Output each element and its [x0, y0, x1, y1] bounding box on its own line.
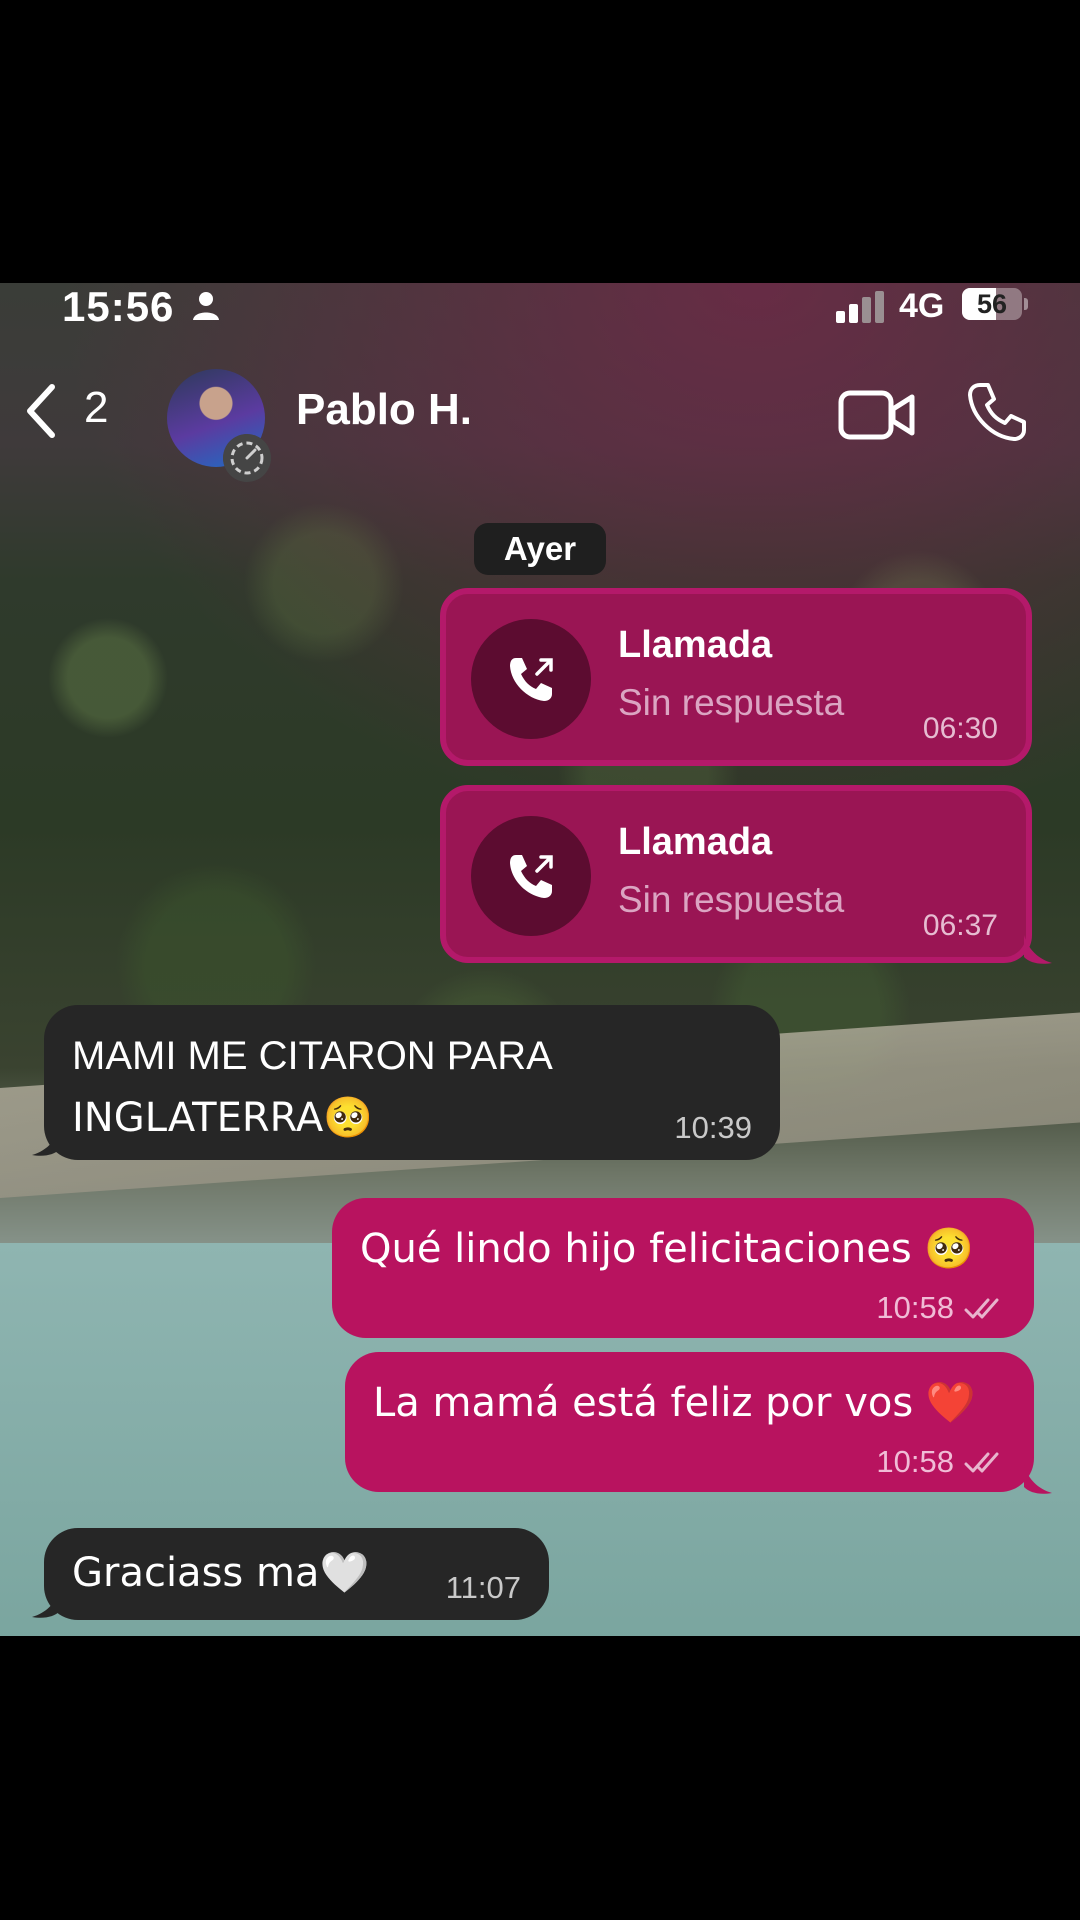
outgoing-call-icon: [471, 816, 591, 936]
incoming-message[interactable]: Graciass ma🤍 11:07: [44, 1528, 549, 1620]
chat-header: 2 Pablo H.: [0, 343, 1080, 488]
missed-call-bubble[interactable]: Llamada Sin respuesta 06:37: [440, 785, 1032, 963]
call-title: Llamada: [618, 821, 773, 863]
outgoing-message[interactable]: La mamá está feliz por vos ❤️ 10:58: [345, 1352, 1034, 1492]
message-text: La mamá está feliz por vos ❤️: [373, 1380, 976, 1426]
unread-chats-count[interactable]: 2: [84, 383, 108, 433]
message-time: 10:58: [876, 1290, 954, 1325]
battery-percentage: 56: [976, 289, 1008, 319]
message-line: INGLATERRA🥺: [72, 1095, 374, 1141]
read-receipt-icon: [964, 1298, 999, 1319]
status-time: 15:56: [62, 283, 175, 330]
bubble-tail: [32, 1127, 60, 1156]
network-type: 4G: [899, 287, 945, 325]
status-bar: 15:56 4G 56: [0, 283, 1080, 343]
call-title: Llamada: [618, 624, 773, 666]
voice-call-icon[interactable]: [966, 381, 1028, 443]
date-separator: Ayer: [474, 523, 606, 575]
call-status: Sin respuesta: [618, 682, 845, 723]
outgoing-message[interactable]: Qué lindo hijo felicitaciones 🥺 10:58: [332, 1198, 1034, 1338]
read-receipt-icon: [964, 1452, 999, 1473]
cellular-signal-icon: [836, 291, 884, 323]
bubble-tail: [1024, 1465, 1052, 1494]
bubble-tail: [1024, 935, 1052, 964]
call-status: Sin respuesta: [618, 879, 845, 920]
chat-screen: 15:56 4G 56 2 Pablo H. Ayer Llamada Sin …: [0, 283, 1080, 1636]
person-icon: [193, 292, 219, 320]
message-time: 11:07: [445, 1570, 521, 1605]
incoming-message[interactable]: MAMI ME CITARON PARA INGLATERRA🥺 10:39: [44, 1005, 780, 1160]
contact-name[interactable]: Pablo H.: [296, 385, 472, 435]
back-chevron-icon[interactable]: [20, 381, 60, 441]
call-time: 06:37: [922, 909, 998, 942]
bubble-tail: [32, 1589, 60, 1618]
message-text: Graciass ma🤍: [72, 1550, 370, 1596]
message-line: MAMI ME CITARON PARA: [72, 1034, 553, 1078]
battery-icon: 56: [962, 288, 1022, 320]
battery-tip: [1024, 298, 1028, 310]
outgoing-call-icon: [471, 619, 591, 739]
disappearing-timer-icon: [223, 434, 271, 482]
message-time: 10:39: [674, 1110, 752, 1145]
video-call-icon[interactable]: [838, 387, 916, 443]
message-time: 10:58: [876, 1444, 954, 1479]
message-text: MAMI ME CITARON PARA INGLATERRA🥺: [72, 1025, 553, 1149]
message-text: Qué lindo hijo felicitaciones 🥺: [360, 1226, 975, 1272]
missed-call-bubble[interactable]: Llamada Sin respuesta 06:30: [440, 588, 1032, 766]
call-time: 06:30: [922, 712, 998, 745]
